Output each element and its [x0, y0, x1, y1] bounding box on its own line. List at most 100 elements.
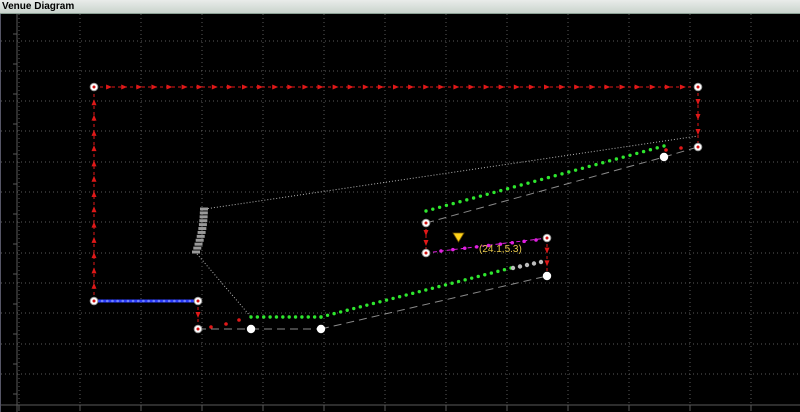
green-seat-lower-ramp[interactable]	[463, 278, 467, 282]
green-seat-lower-flat[interactable]	[281, 315, 285, 319]
vertex-nodes[interactable]	[89, 82, 703, 334]
green-seat-lower-ramp[interactable]	[365, 303, 369, 307]
magenta-seat[interactable]	[474, 245, 479, 249]
blue-section-seat[interactable]	[116, 299, 119, 303]
green-seat-lower-ramp[interactable]	[496, 269, 500, 274]
green-seat-lower-flat[interactable]	[249, 315, 253, 319]
green-seat-upper[interactable]	[539, 177, 544, 182]
green-seat-upper[interactable]	[546, 175, 551, 180]
filled-node-icon[interactable]	[246, 324, 256, 334]
green-seat-upper[interactable]	[553, 174, 557, 178]
magenta-seat[interactable]	[451, 247, 455, 252]
blue-section-seat[interactable]	[173, 299, 176, 303]
green-seat-upper[interactable]	[621, 155, 625, 159]
green-seat-lower-ramp[interactable]	[325, 313, 330, 318]
green-seat-lower-ramp[interactable]	[345, 308, 349, 312]
blue-section-seat[interactable]	[111, 299, 114, 303]
blue-section-seat[interactable]	[188, 299, 192, 303]
green-seat-lower-ramp[interactable]	[483, 273, 487, 277]
green-seat-upper[interactable]	[533, 179, 537, 183]
green-seat-lower-ramp[interactable]	[437, 284, 441, 289]
blue-section-seat[interactable]	[157, 299, 161, 303]
filled-node-icon[interactable]	[542, 271, 552, 281]
green-seat-lower-ramp[interactable]	[417, 289, 421, 294]
green-seat-lower-flat[interactable]	[293, 315, 298, 319]
blue-section-seat[interactable]	[121, 299, 125, 303]
green-seat-upper[interactable]	[471, 196, 476, 200]
green-seat-upper[interactable]	[614, 157, 619, 161]
filled-node-icon[interactable]	[659, 152, 669, 162]
green-seat-upper[interactable]	[499, 188, 503, 193]
green-seat-lower-flat[interactable]	[306, 315, 310, 319]
green-seat-upper[interactable]	[641, 149, 646, 154]
green-seat-upper[interactable]	[648, 148, 653, 152]
highlighted-seat[interactable]	[517, 264, 523, 269]
green-seat-lower-ramp[interactable]	[378, 300, 382, 304]
green-seat-upper[interactable]	[478, 194, 483, 198]
green-seat-lower-ramp[interactable]	[319, 315, 323, 319]
green-seat-lower-ramp[interactable]	[338, 310, 343, 314]
blue-section-seat[interactable]	[131, 299, 135, 303]
green-seat-upper[interactable]	[567, 170, 571, 174]
green-seat-lower-ramp[interactable]	[489, 271, 494, 275]
green-seat-lower-flat[interactable]	[268, 315, 272, 319]
green-seat-lower-flat[interactable]	[274, 315, 279, 319]
green-seat-lower-ramp[interactable]	[469, 276, 474, 280]
magenta-seat[interactable]	[439, 249, 443, 253]
highlighted-seat[interactable]	[524, 262, 530, 268]
green-seat-lower-ramp[interactable]	[352, 306, 356, 311]
green-seat-lower-ramp[interactable]	[404, 293, 408, 297]
green-seat-lower-flat[interactable]	[262, 315, 266, 319]
blue-section-seat[interactable]	[126, 299, 130, 303]
green-seat-upper[interactable]	[519, 183, 523, 187]
green-seat-lower-ramp[interactable]	[476, 274, 480, 279]
green-seat-upper[interactable]	[465, 198, 469, 202]
green-seat-upper[interactable]	[560, 172, 564, 176]
green-seat-lower-ramp[interactable]	[384, 298, 389, 302]
magenta-seat[interactable]	[534, 238, 538, 242]
green-seat-upper[interactable]	[492, 190, 496, 195]
green-seat-lower-ramp[interactable]	[411, 291, 415, 296]
green-seat-upper[interactable]	[573, 168, 578, 172]
blue-section-seat[interactable]	[152, 299, 156, 303]
green-seat-lower-ramp[interactable]	[443, 283, 448, 287]
green-seat-upper[interactable]	[485, 192, 489, 196]
green-seat-upper[interactable]	[594, 162, 598, 167]
green-seat-lower-ramp[interactable]	[502, 267, 507, 272]
diagram-canvas[interactable]: (24.1,5.3)	[0, 14, 800, 412]
green-seat-upper[interactable]	[655, 146, 659, 150]
green-seat-upper[interactable]	[431, 207, 435, 211]
green-seat-upper[interactable]	[437, 205, 442, 209]
blue-section-seat[interactable]	[178, 299, 181, 303]
green-seat-upper[interactable]	[424, 209, 428, 213]
green-seat-upper[interactable]	[512, 185, 517, 189]
green-seat-lower-flat[interactable]	[255, 315, 260, 319]
green-seat-lower-ramp[interactable]	[450, 281, 454, 285]
blue-section-seat[interactable]	[167, 299, 171, 303]
green-seat-lower-ramp[interactable]	[391, 296, 395, 301]
blue-section-seat[interactable]	[162, 299, 166, 303]
green-seat-lower-ramp[interactable]	[371, 301, 376, 306]
seating-sections[interactable]	[94, 144, 666, 319]
diagram-svg[interactable]: (24.1,5.3)	[1, 14, 800, 412]
blue-section-seat[interactable]	[183, 299, 186, 303]
green-seat-lower-ramp[interactable]	[397, 295, 402, 299]
green-seat-upper[interactable]	[580, 166, 585, 170]
blue-section-seat[interactable]	[100, 299, 104, 303]
green-seat-lower-ramp[interactable]	[456, 279, 461, 284]
green-seat-lower-ramp[interactable]	[424, 288, 428, 292]
highlighted-seat[interactable]	[538, 259, 544, 265]
blue-section-seat[interactable]	[147, 299, 150, 303]
green-seat-upper[interactable]	[628, 153, 632, 157]
green-seat-lower-flat[interactable]	[312, 315, 317, 319]
green-seat-upper[interactable]	[458, 200, 462, 204]
green-seat-upper[interactable]	[601, 161, 605, 165]
title-bar[interactable]: Venue Diagram	[0, 0, 800, 14]
green-seat-lower-flat[interactable]	[287, 315, 291, 319]
green-seat-lower-ramp[interactable]	[430, 286, 435, 290]
blue-section-seat[interactable]	[142, 299, 145, 303]
green-seat-upper[interactable]	[444, 203, 449, 208]
highlighted-seat[interactable]	[510, 265, 516, 271]
green-seat-upper[interactable]	[505, 187, 510, 191]
green-seat-lower-flat[interactable]	[300, 315, 304, 319]
